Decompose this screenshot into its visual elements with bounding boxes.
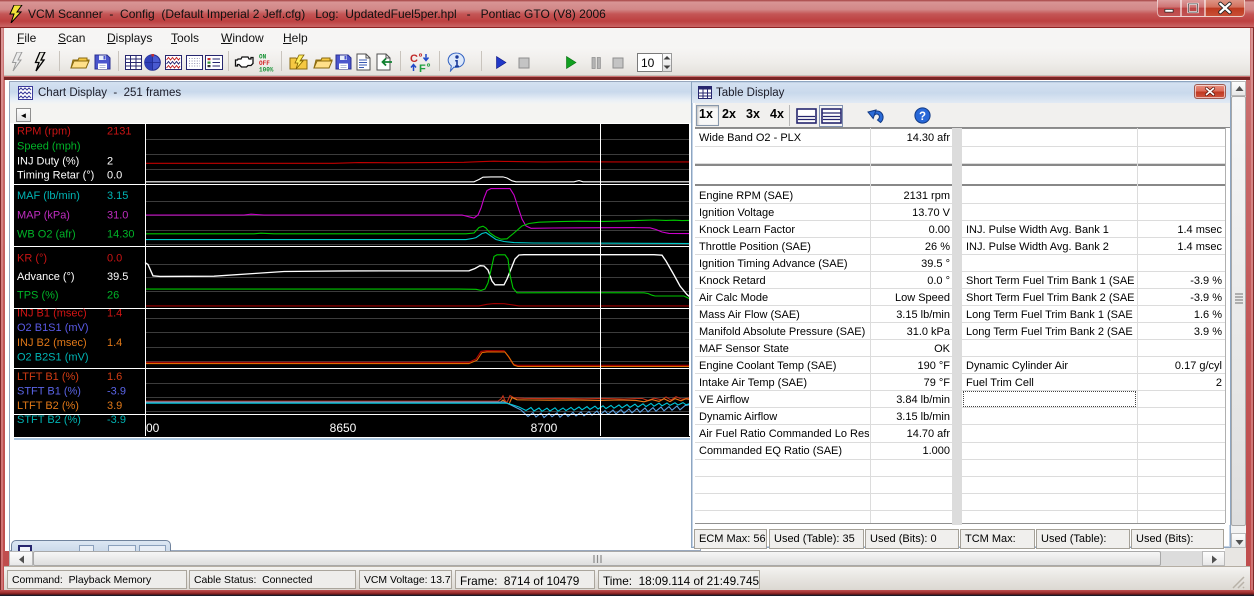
svg-text:0.0: 0.0	[107, 253, 122, 265]
svg-text:1.4: 1.4	[107, 337, 122, 349]
svg-text:WB O2 (afr): WB O2 (afr)	[17, 229, 76, 241]
svg-text:O2 B1S1 (mV): O2 B1S1 (mV)	[17, 322, 89, 334]
svg-text:31.0: 31.0	[107, 210, 128, 222]
svg-text:LTFT B1 (%): LTFT B1 (%)	[17, 371, 79, 383]
svg-text:-3.9: -3.9	[107, 414, 126, 426]
svg-text:Speed (mph): Speed (mph)	[17, 141, 81, 153]
svg-text:TPS (%): TPS (%)	[17, 290, 59, 302]
svg-text:MAP (kPa): MAP (kPa)	[17, 210, 70, 222]
svg-text:2: 2	[107, 155, 113, 167]
svg-text:STFT B2 (%): STFT B2 (%)	[17, 414, 81, 426]
svg-text:8700: 8700	[531, 421, 558, 435]
svg-text:INJ B1 (msec): INJ B1 (msec)	[17, 308, 87, 320]
svg-text:8650: 8650	[330, 421, 357, 435]
svg-text:INJ Duty (%): INJ Duty (%)	[17, 155, 79, 167]
svg-text:-3.9: -3.9	[107, 386, 126, 398]
svg-text:?: ?	[919, 111, 926, 123]
svg-text:STFT B1 (%): STFT B1 (%)	[17, 386, 81, 398]
svg-text:2131: 2131	[107, 126, 131, 138]
svg-text:F: F	[419, 63, 426, 73]
svg-text:Advance (°): Advance (°)	[17, 271, 75, 283]
svg-text:KR (°): KR (°)	[17, 253, 47, 265]
svg-text:RPM (rpm): RPM (rpm)	[17, 126, 71, 138]
svg-text:100%: 100%	[259, 67, 274, 73]
svg-text:LTFT B2 (%): LTFT B2 (%)	[17, 400, 79, 412]
svg-text:00: 00	[146, 421, 160, 435]
svg-text:3.9: 3.9	[107, 400, 122, 412]
svg-text:Timing Retar (°): Timing Retar (°)	[17, 170, 94, 182]
svg-text:C: C	[410, 53, 418, 65]
svg-text:MAF (lb/min): MAF (lb/min)	[17, 190, 80, 202]
svg-text:1.4: 1.4	[107, 308, 122, 320]
svg-text:39.5: 39.5	[107, 271, 128, 283]
svg-text:14.30: 14.30	[107, 229, 135, 241]
svg-text:INJ B2 (msec): INJ B2 (msec)	[17, 337, 87, 349]
svg-text:26: 26	[107, 290, 119, 302]
svg-text:0.0: 0.0	[107, 170, 122, 182]
svg-text:1.6: 1.6	[107, 371, 122, 383]
svg-text:3.15: 3.15	[107, 190, 128, 202]
svg-text:O2 B2S1 (mV): O2 B2S1 (mV)	[17, 352, 89, 364]
